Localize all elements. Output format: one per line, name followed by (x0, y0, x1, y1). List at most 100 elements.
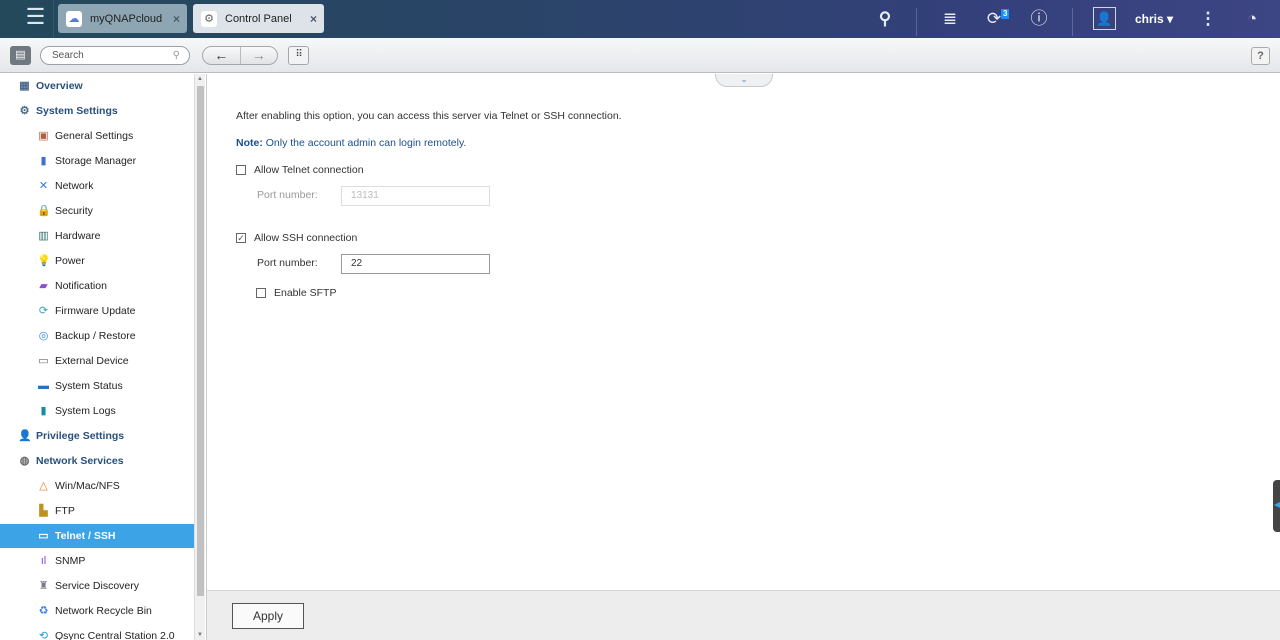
external-device-icon: ▭ (38, 354, 49, 367)
gear-icon: ⚙ (201, 10, 217, 27)
globe-icon: ◍ (19, 454, 30, 467)
sidebar-item-label: System Logs (55, 405, 116, 417)
sidebar-item-system-status[interactable]: ▬ System Status (0, 374, 194, 398)
backup-icon: ◎ (38, 329, 49, 342)
sidebar-item-label: Security (55, 205, 93, 217)
username-menu[interactable]: chris ▾ (1135, 12, 1173, 26)
checkbox-label: Allow SSH connection (254, 232, 358, 244)
close-icon[interactable]: × (310, 12, 317, 26)
sidebar-item-label: Overview (36, 80, 83, 92)
tab-myqnapcloud[interactable]: ☁ myQNAPcloud × (58, 4, 187, 33)
user-avatar-icon[interactable]: 👤 (1093, 7, 1116, 30)
sidebar-item-label: Privilege Settings (36, 430, 125, 442)
search-icon: ⚲ (172, 50, 180, 61)
sidebar-item-power[interactable]: 💡 Power (0, 249, 194, 273)
sidebar-item-notification[interactable]: ▰ Notification (0, 274, 194, 298)
discovery-icon: ♜ (38, 579, 49, 592)
sidebar-item-system-settings[interactable]: ⚙ System Settings (0, 99, 194, 123)
intro-text: After enabling this option, you can acce… (236, 110, 622, 122)
sidebar-item-label: Hardware (55, 230, 101, 242)
sidebar-item-privilege-settings[interactable]: 👤 Privilege Settings (0, 424, 194, 448)
overview-icon: ▦ (19, 79, 30, 92)
telnet-port-label: Port number: (257, 189, 318, 201)
sidebar-item-hardware[interactable]: ▥ Hardware (0, 224, 194, 248)
sidebar-item-label: Win/Mac/NFS (55, 480, 120, 492)
checkbox-icon[interactable]: ✓ (236, 233, 246, 243)
sidebar-item-label: External Device (55, 355, 129, 367)
terminal-icon: ▭ (38, 529, 49, 542)
sidebar-item-system-logs[interactable]: ▮ System Logs (0, 399, 194, 423)
forward-button[interactable]: → (239, 47, 278, 64)
chart-icon: ıl (40, 554, 47, 567)
sidebar-item-label: Notification (55, 280, 107, 292)
tasks-icon[interactable]: ≣ (938, 8, 962, 30)
side-drawer-handle[interactable]: ◀ (1273, 480, 1280, 532)
sidebar-item-snmp[interactable]: ıl SNMP (0, 549, 194, 573)
close-icon[interactable]: × (173, 12, 180, 26)
sidebar-item-label: Storage Manager (55, 155, 137, 167)
sidebar-item-qsync-central-station-2-0[interactable]: ⟲ Qsync Central Station 2.0 (0, 624, 194, 640)
sidebar-item-overview[interactable]: ▦ Overview (0, 74, 194, 98)
power-icon: 💡 (37, 254, 51, 267)
note-prefix: Note: (236, 137, 263, 149)
allow-ssh-checkbox[interactable]: ✓ Allow SSH connection (236, 232, 357, 244)
back-button[interactable]: ← (203, 47, 240, 64)
sidebar-item-telnet-ssh[interactable]: ▭ Telnet / SSH (0, 524, 194, 548)
sidebar-item-network-services[interactable]: ◍ Network Services (0, 449, 194, 473)
help-button[interactable]: ? (1251, 47, 1270, 65)
enable-sftp-checkbox[interactable]: Enable SFTP (256, 287, 336, 299)
sidebar-item-label: Network Recycle Bin (55, 605, 152, 617)
hardware-icon: ▥ (38, 229, 49, 242)
notification-badge: 3 (1001, 9, 1010, 19)
sidebar-item-security[interactable]: 🔒 Security (0, 199, 194, 223)
sidebar-item-label: Network (55, 180, 94, 192)
sidebar-item-ftp[interactable]: ▙ FTP (0, 499, 194, 523)
dashboard-gauge-icon[interactable]: ◔ (1240, 8, 1264, 30)
top-bar: ☰ ☁ myQNAPcloud × ⚙ Control Panel × ⚲ ≣ ⟳ 3 … (0, 0, 1280, 38)
sidebar-item-label: SNMP (55, 555, 86, 567)
sidebar-item-service-discovery[interactable]: ♜ Service Discovery (0, 574, 194, 598)
search-icon[interactable]: ⚲ (873, 8, 897, 30)
triangle-icon: △ (39, 479, 48, 492)
allow-telnet-checkbox[interactable]: Allow Telnet connection (236, 164, 364, 176)
toggle-sidebar-button[interactable]: ▤ (10, 46, 31, 65)
firmware-icon: ⟳ (38, 304, 49, 317)
sidebar-item-win-mac-nfs[interactable]: △ Win/Mac/NFS (0, 474, 194, 498)
search-placeholder: Search (52, 50, 84, 61)
checkbox-icon[interactable] (236, 165, 246, 175)
tab-control-panel[interactable]: ⚙ Control Panel × (193, 4, 324, 33)
telnet-port-input[interactable]: 13131 (341, 186, 490, 206)
notification-icon: ▰ (39, 279, 48, 292)
sidebar-item-network[interactable]: ✕ Network (0, 174, 194, 198)
sidebar-item-label: Network Services (36, 455, 124, 467)
sidebar-item-label: Firmware Update (55, 305, 136, 317)
user-icon: 👤 (18, 429, 32, 442)
ssh-port-input[interactable]: 22 (341, 254, 490, 274)
more-options-icon[interactable]: ⋮ (1196, 8, 1220, 30)
sidebar-item-label: FTP (55, 505, 75, 517)
sidebar-item-external-device[interactable]: ▭ External Device (0, 349, 194, 373)
footer-bar: Apply (206, 590, 1280, 640)
sidebar-item-firmware-update[interactable]: ⟳ Firmware Update (0, 299, 194, 323)
sidebar-item-network-recycle-bin[interactable]: ♻ Network Recycle Bin (0, 599, 194, 623)
network-icon: ✕ (38, 179, 49, 192)
apply-button[interactable]: Apply (232, 603, 304, 629)
sidebar-scrollbar[interactable]: ▲ ▼ (194, 74, 205, 640)
username: chris (1135, 12, 1164, 26)
sidebar-item-storage-manager[interactable]: ▮ Storage Manager (0, 149, 194, 173)
sidebar-item-label: Telnet / SSH (55, 530, 116, 542)
logs-icon: ▮ (40, 404, 47, 417)
collapse-handle[interactable]: ⌄ (715, 74, 773, 87)
arrow-left-icon: ◀ (1274, 500, 1280, 509)
note-text: Note: Only the account admin can login r… (236, 137, 466, 149)
sidebar-item-backup-restore[interactable]: ◎ Backup / Restore (0, 324, 194, 348)
checkbox-icon[interactable] (256, 288, 266, 298)
search-input[interactable]: Search ⚲ (40, 46, 190, 65)
apps-grid-button[interactable]: ⠿ (288, 46, 309, 65)
sidebar-item-label: Service Discovery (55, 580, 140, 592)
info-icon[interactable]: ⓘ (1027, 8, 1051, 30)
main-menu-button[interactable]: ☰ (18, 0, 54, 38)
recycle-icon: ♻ (38, 604, 49, 617)
sidebar-item-general-settings[interactable]: ▣ General Settings (0, 124, 194, 148)
cloud-icon: ☁ (66, 10, 82, 27)
